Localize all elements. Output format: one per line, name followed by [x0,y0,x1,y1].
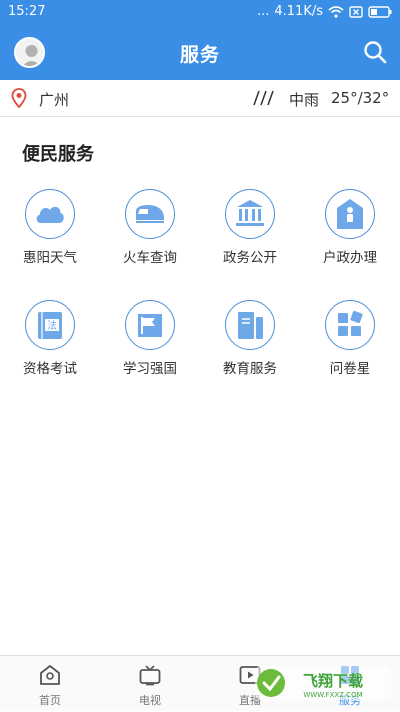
service-icon-circle [325,189,375,239]
service-label: 火车查询 [123,250,177,266]
service-study[interactable]: 学习强国 [100,300,200,395]
tab-label: 服务 [339,694,361,707]
tv-icon [139,665,161,686]
government-building-icon [236,200,264,226]
tab-label: 直播 [239,694,261,707]
service-household[interactable]: 户政办理 [300,189,400,284]
service-icon-circle [25,189,75,239]
weather-description: 中雨 [289,91,320,109]
location-weather-bar: 广州 中雨 25°/32° [0,80,400,117]
law-book-icon: 法 [38,312,62,339]
location-city[interactable]: 广州 [39,89,69,110]
service-questionnaire[interactable]: 问卷星 [300,300,400,395]
sim-icon [349,5,363,18]
section-title: 便民服务 [22,144,94,165]
household-registration-icon [337,199,363,229]
service-weather[interactable]: 惠阳天气 [0,189,100,284]
service-label: 户政办理 [323,250,377,266]
questionnaire-icon [338,310,363,336]
service-label: 资格考试 [23,361,77,377]
status-indicators: ... 4.11K/s [257,4,392,19]
cloud-icon [36,206,64,223]
tab-label: 首页 [39,694,61,707]
tab-service[interactable]: 服务 [300,656,400,712]
wifi-icon [328,5,344,18]
app-bar: 服务 [0,24,400,80]
service-label: 政务公开 [223,250,277,266]
status-bar: 15:27 ... 4.11K/s [0,0,400,24]
service-icon-circle [225,189,275,239]
status-time: 15:27 [8,4,46,19]
rain-icon [253,90,274,106]
service-train[interactable]: 火车查询 [100,189,200,284]
status-dots: ... [256,4,270,19]
service-label: 教育服务 [223,361,277,377]
search-icon[interactable] [362,39,388,65]
service-label: 学习强国 [123,361,177,377]
service-icon-circle [325,300,375,350]
location-pin-icon[interactable] [11,88,27,108]
home-icon [40,665,60,685]
service-label: 惠阳天气 [23,250,77,266]
service-icon-circle: 法 [25,300,75,350]
service-icon-circle [125,300,175,350]
network-speed: 4.11K/s [274,4,323,19]
live-play-icon [239,666,261,684]
svg-text:法: 法 [47,319,57,332]
tab-live[interactable]: 直播 [200,656,300,712]
service-exam[interactable]: 法 资格考试 [0,300,100,395]
tab-label: 电视 [139,694,161,707]
education-books-icon [238,312,263,339]
service-icon-circle [225,300,275,350]
service-education[interactable]: 教育服务 [200,300,300,395]
bottom-tab-bar: 首页 电视 直播 服务 [0,655,400,711]
service-label: 问卷星 [329,361,371,377]
service-government[interactable]: 政务公开 [200,189,300,284]
battery-icon [368,5,392,18]
page-title: 服务 [179,44,220,66]
train-icon [136,205,164,223]
service-icon-circle [125,189,175,239]
service-icon [341,666,359,684]
tab-home[interactable]: 首页 [0,656,100,712]
weather-temperature: 25°/32° [331,89,390,107]
study-flag-icon [138,314,162,337]
tab-tv[interactable]: 电视 [100,656,200,712]
